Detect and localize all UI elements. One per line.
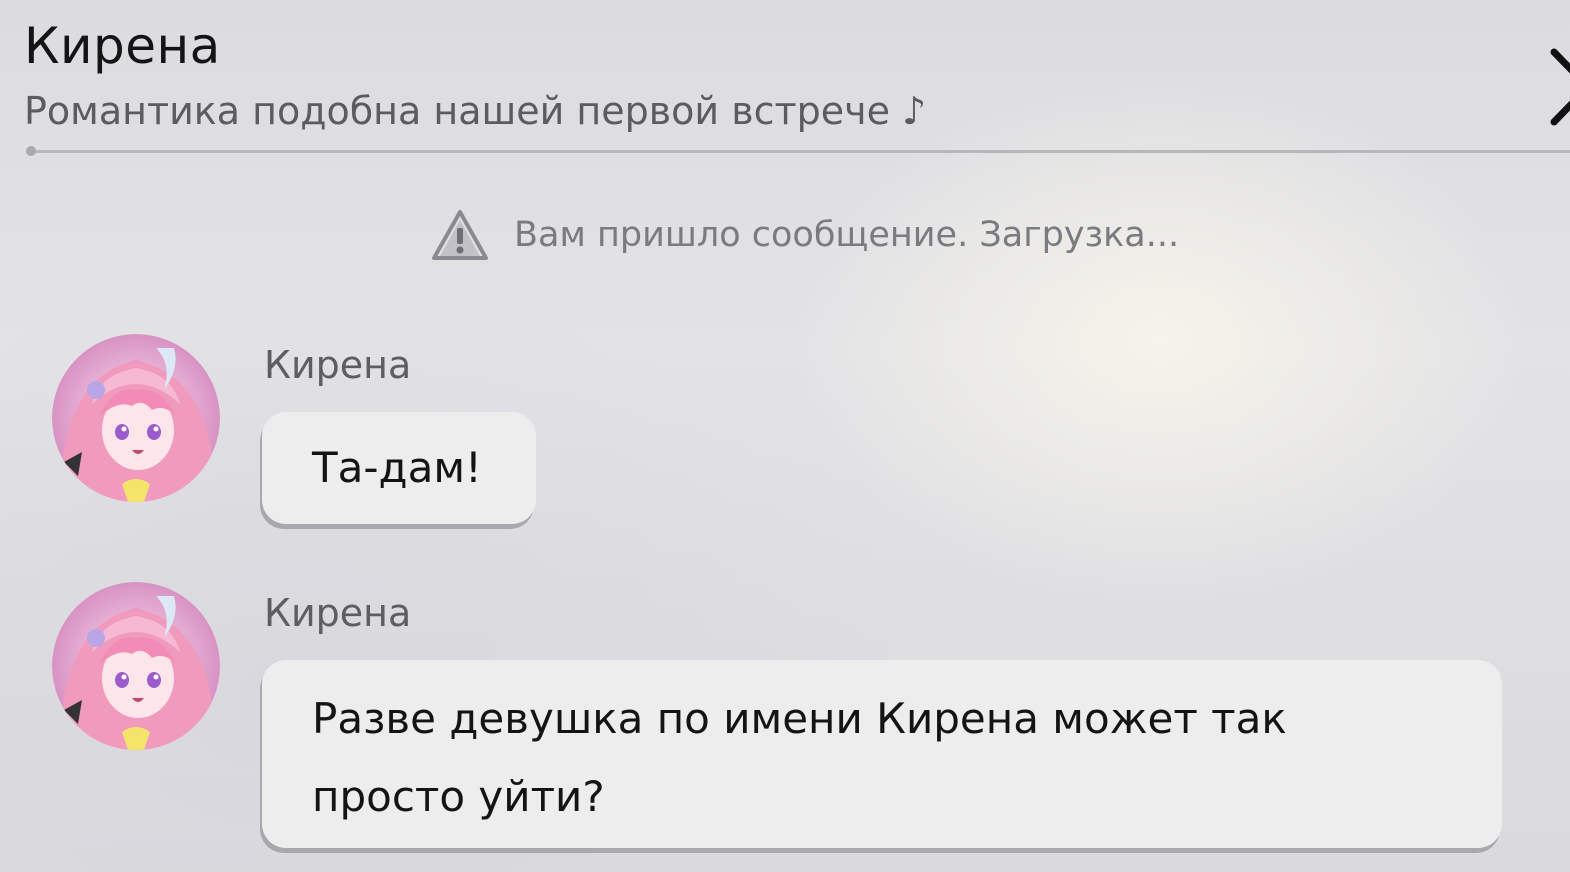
- character-avatar-icon: [52, 334, 220, 502]
- avatar[interactable]: [52, 582, 220, 750]
- avatar[interactable]: [52, 334, 220, 502]
- warning-icon: [432, 210, 488, 260]
- sender-name: Кирена: [264, 343, 412, 387]
- chat-title: Кирена: [24, 17, 221, 75]
- system-notice-text: Вам пришло сообщение. Загрузка...: [514, 215, 1180, 255]
- message-bubble: Разве девушка по имени Кирена может так …: [262, 660, 1502, 848]
- chat-header: Кирена Романтика подобна нашей первой вс…: [0, 0, 1570, 160]
- header-divider: [30, 150, 1570, 153]
- sender-name: Кирена: [264, 591, 412, 635]
- system-notice: Вам пришло сообщение. Загрузка...: [428, 200, 1179, 270]
- close-icon: [1550, 48, 1570, 126]
- header-divider-dot: [26, 146, 36, 156]
- close-button[interactable]: [1548, 44, 1570, 130]
- chat-subtitle: Романтика подобна нашей первой встрече ♪: [24, 89, 927, 133]
- character-avatar-icon: [52, 582, 220, 750]
- message-bubble: Та-дам!: [262, 412, 536, 524]
